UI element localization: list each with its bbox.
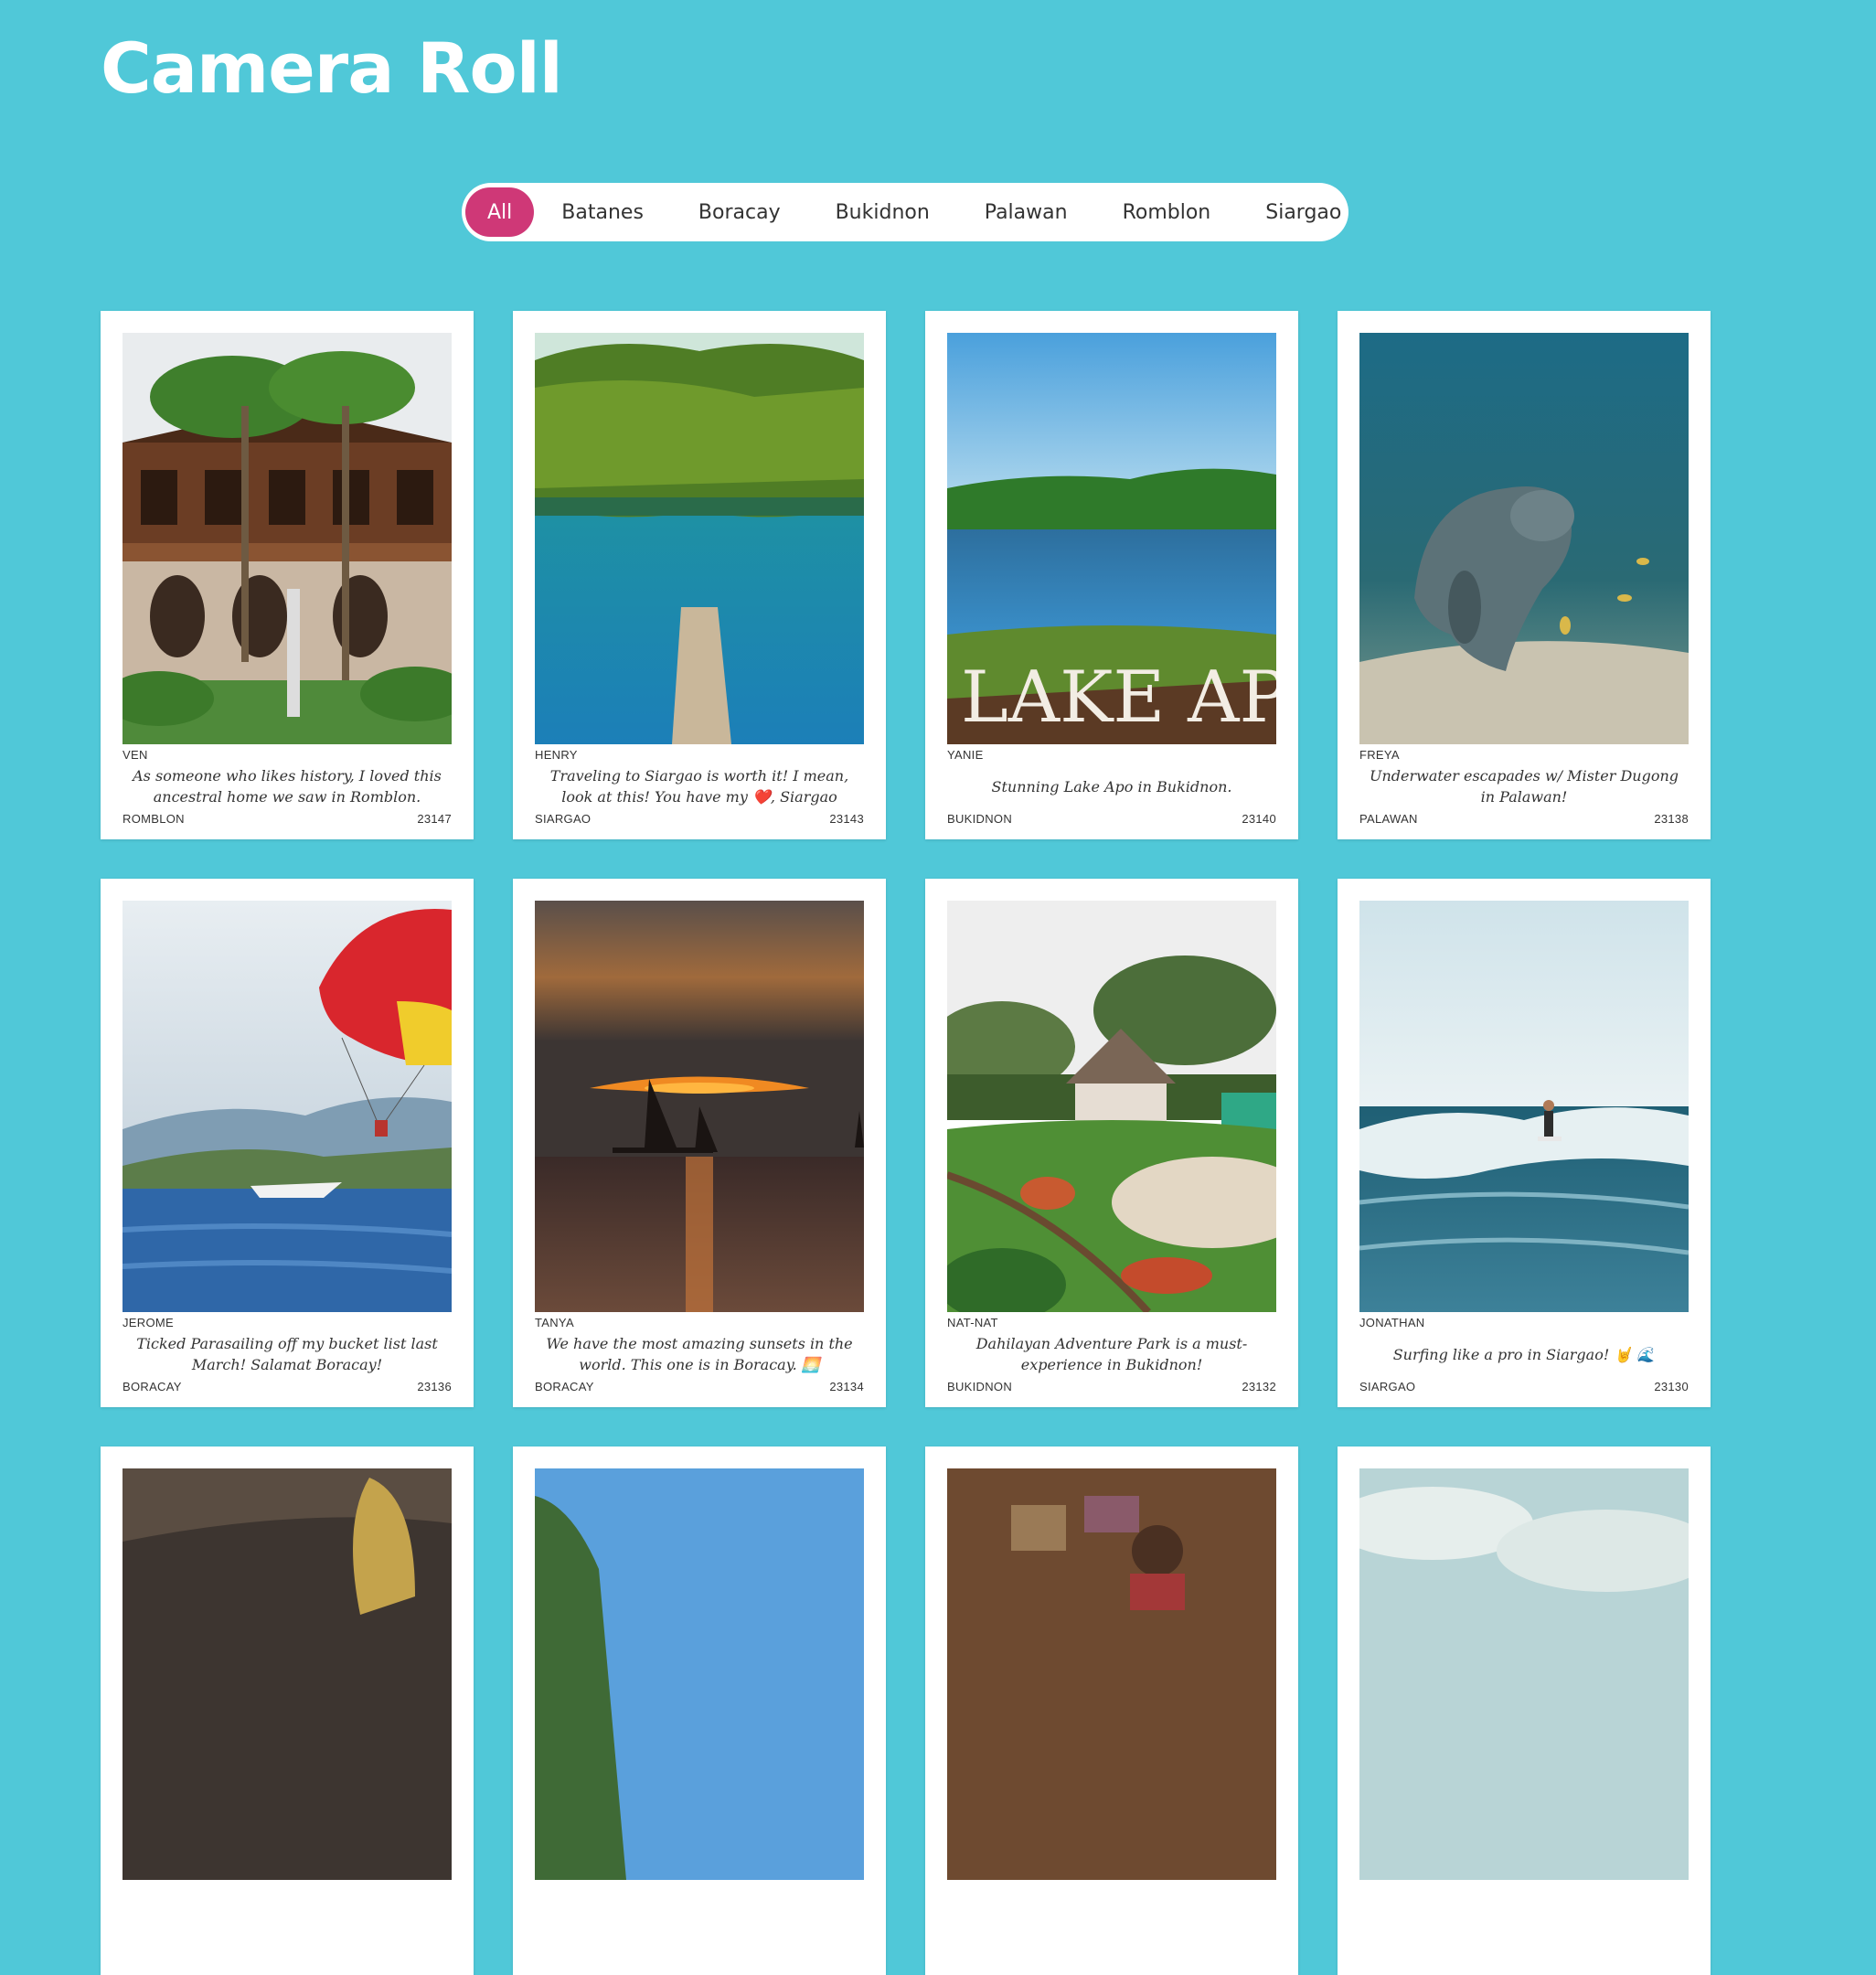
card-footer: ROMBLON 23147 xyxy=(123,812,452,826)
photo-location: BORACAY xyxy=(123,1380,182,1393)
photo-location: BUKIDNON xyxy=(947,1380,1013,1393)
photo-lake-apo: LAKE AP xyxy=(947,333,1276,744)
card-footer: BUKIDNON 23140 xyxy=(947,812,1276,826)
photo-card[interactable] xyxy=(1338,1447,1711,1975)
photo-surfing xyxy=(1359,901,1689,1312)
photo-siargao-lagoon xyxy=(535,333,864,744)
photo-location: ROMBLON xyxy=(123,812,185,826)
photo-id: 23134 xyxy=(829,1380,864,1393)
photo-card[interactable] xyxy=(101,1447,474,1975)
photo-location: BUKIDNON xyxy=(947,812,1013,826)
filter-siargao[interactable]: Siargao xyxy=(1238,187,1369,237)
photo-id: 23140 xyxy=(1242,812,1276,826)
card-footer: SIARGAO 23143 xyxy=(535,812,864,826)
photo-id: 23130 xyxy=(1654,1380,1689,1393)
photo-id: 23138 xyxy=(1654,812,1689,826)
photo-author: YANIE xyxy=(947,748,984,762)
filter-bukidnon[interactable]: Bukidnon xyxy=(808,187,957,237)
photo-id: 23143 xyxy=(829,812,864,826)
photo-card[interactable]: LAKE AP YANIE Stunning Lake Apo in Bukid… xyxy=(925,311,1298,839)
photo-card[interactable]: TANYA We have the most amazing sunsets i… xyxy=(513,879,886,1407)
filter-palawan[interactable]: Palawan xyxy=(957,187,1095,237)
photo-clouds xyxy=(1359,1468,1689,1880)
photo-ancestral-house xyxy=(123,333,452,744)
photo-caption: Traveling to Siargao is worth it! I mean… xyxy=(549,767,849,806)
photo-parasailing xyxy=(123,901,452,1312)
photo-sunset xyxy=(535,901,864,1312)
filter-batanes[interactable]: Batanes xyxy=(534,187,671,237)
photo-id: 23147 xyxy=(417,812,452,826)
photo-card[interactable]: JEROME Ticked Parasailing off my bucket … xyxy=(101,879,474,1407)
photo-limestone-cliff xyxy=(535,1468,864,1880)
photo-author: TANYA xyxy=(535,1316,574,1329)
filter-romblon[interactable]: Romblon xyxy=(1095,187,1239,237)
photo-card[interactable]: FREYA Underwater escapades w/ Mister Dug… xyxy=(1338,311,1711,839)
photo-caption: Underwater escapades w/ Mister Dugong in… xyxy=(1369,767,1679,806)
photo-card[interactable]: JONATHAN Surfing like a pro in Siargao! … xyxy=(1338,879,1711,1407)
location-filter-bar: All Batanes Boracay Bukidnon Palawan Rom… xyxy=(462,183,1348,241)
card-footer: SIARGAO 23130 xyxy=(1359,1380,1689,1393)
photo-card[interactable]: HENRY Traveling to Siargao is worth it! … xyxy=(513,311,886,839)
photo-caption: Stunning Lake Apo in Bukidnon. xyxy=(991,777,1232,795)
photo-caption: Surfing like a pro in Siargao! 🤘 🌊 xyxy=(1392,1345,1656,1363)
photo-dugong xyxy=(1359,333,1689,744)
photo-caption: As someone who likes history, I loved th… xyxy=(133,767,442,806)
photo-id: 23132 xyxy=(1242,1380,1276,1393)
page-title: Camera Roll xyxy=(101,27,563,109)
filter-boracay[interactable]: Boracay xyxy=(671,187,808,237)
card-footer: PALAWAN 23138 xyxy=(1359,812,1689,826)
photo-location: PALAWAN xyxy=(1359,812,1418,826)
photo-grid: VEN As someone who likes history, I love… xyxy=(101,311,1711,1975)
photo-card[interactable] xyxy=(925,1447,1298,1975)
card-footer: BUKIDNON 23132 xyxy=(947,1380,1276,1393)
photo-author: VEN xyxy=(123,748,148,762)
filter-all[interactable]: All xyxy=(465,187,535,237)
photo-caption: Dahilayan Adventure Park is a must-exper… xyxy=(975,1335,1248,1373)
photo-card[interactable]: NAT-NAT Dahilayan Adventure Park is a mu… xyxy=(925,879,1298,1407)
photo-author: JEROME xyxy=(123,1316,174,1329)
photo-location: BORACAY xyxy=(535,1380,594,1393)
card-footer: BORACAY 23134 xyxy=(535,1380,864,1393)
photo-card[interactable]: VEN As someone who likes history, I love… xyxy=(101,311,474,839)
photo-caption: We have the most amazing sunsets in the … xyxy=(546,1335,853,1373)
photo-author: NAT-NAT xyxy=(947,1316,998,1329)
photo-location: SIARGAO xyxy=(535,812,592,826)
svg-text:LAKE AP: LAKE AP xyxy=(961,657,1276,739)
photo-cave xyxy=(123,1468,452,1880)
photo-id: 23136 xyxy=(417,1380,452,1393)
photo-author: FREYA xyxy=(1359,748,1400,762)
photo-weaver-portrait xyxy=(947,1468,1276,1880)
photo-location: SIARGAO xyxy=(1359,1380,1416,1393)
photo-author: JONATHAN xyxy=(1359,1316,1425,1329)
photo-author: HENRY xyxy=(535,748,578,762)
photo-caption: Ticked Parasailing off my bucket list la… xyxy=(136,1335,438,1373)
photo-dahilayan-park xyxy=(947,901,1276,1312)
photo-card[interactable] xyxy=(513,1447,886,1975)
card-footer: BORACAY 23136 xyxy=(123,1380,452,1393)
